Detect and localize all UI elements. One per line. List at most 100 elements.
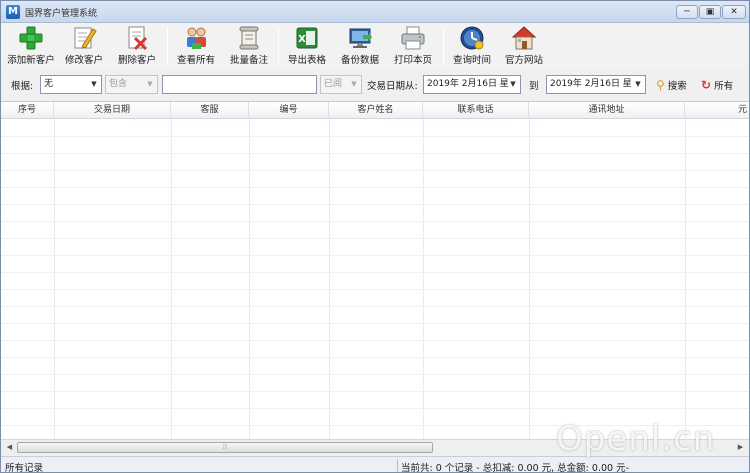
- date-to-value: 2019年 2月16日 星: [550, 79, 632, 89]
- customer-table[interactable]: 序号 交易日期 客服 编号 客户姓名 联系电话 通讯地址 元: [1, 101, 749, 439]
- scrollbar-thumb[interactable]: ⦙⦙⦙: [17, 442, 433, 453]
- row-gridline: [1, 272, 749, 273]
- row-gridline: [1, 357, 749, 358]
- chevron-down-icon: ▼: [351, 80, 357, 88]
- edit-customer-button[interactable]: 修改客户: [61, 25, 107, 67]
- edit-pencil-icon: [74, 27, 97, 49]
- batch-note-button[interactable]: 批量备注: [227, 25, 271, 67]
- chevron-down-icon: ▼: [510, 80, 516, 88]
- title-bar[interactable]: M 国界客户管理系统 ─ ▣ ✕: [1, 1, 749, 23]
- toolbar-separator: [167, 27, 168, 65]
- row-gridline: [1, 136, 749, 137]
- clock-globe-icon: [460, 26, 484, 50]
- date-to-picker[interactable]: 2019年 2月16日 星 ▼: [546, 75, 646, 94]
- date-from-value: 2019年 2月16日 星: [427, 79, 509, 89]
- view-all-people-icon: [187, 27, 206, 49]
- keyword-input[interactable]: [162, 75, 317, 94]
- home-website-icon: [511, 26, 537, 50]
- row-gridline: [1, 323, 749, 324]
- batch-note-scroll-icon: [239, 26, 259, 50]
- column-header-trade-date[interactable]: 交易日期: [54, 102, 171, 119]
- row-gridline: [1, 289, 749, 290]
- show-all-button[interactable]: ↻ 所有: [701, 76, 733, 94]
- excel-export-icon: X: [296, 27, 318, 49]
- printer-icon: [401, 26, 425, 50]
- column-header-index[interactable]: 序号: [1, 102, 54, 119]
- column-header-service[interactable]: 客服: [171, 102, 249, 119]
- app-window: M 国界客户管理系统 ─ ▣ ✕ 添加新客户 修改客户 删除客户 查看所有 批量…: [0, 0, 750, 473]
- backup-data-label: 备份数据: [340, 55, 379, 66]
- row-gridline: [1, 391, 749, 392]
- table-header: 序号 交易日期 客服 编号 客户姓名 联系电话 通讯地址 元: [1, 102, 749, 119]
- column-header-code[interactable]: 编号: [249, 102, 329, 119]
- status-divider: [397, 459, 398, 472]
- date-from-label: 交易日期从:: [367, 81, 418, 92]
- app-icon: M: [6, 5, 20, 19]
- view-all-label: 查看所有: [176, 55, 215, 66]
- toolbar-separator: [278, 27, 279, 65]
- read-status-value: 已阅: [324, 79, 343, 89]
- scroll-left-arrow-icon[interactable]: ◀: [2, 441, 17, 454]
- print-page-label: 打印本页: [393, 55, 432, 66]
- date-from-picker[interactable]: 2019年 2月16日 星 ▼: [423, 75, 521, 94]
- query-time-button[interactable]: 查询时间: [449, 25, 495, 67]
- read-status-select[interactable]: 已阅 ▼: [320, 75, 362, 94]
- row-gridline: [1, 408, 749, 409]
- chevron-down-icon: ▼: [91, 80, 97, 88]
- official-website-button[interactable]: 官方网站: [501, 25, 547, 67]
- backup-data-button[interactable]: 备份数据: [337, 25, 383, 67]
- maximize-button[interactable]: ▣: [699, 5, 721, 19]
- date-to-label: 到: [529, 81, 539, 92]
- export-table-label: 导出表格: [287, 55, 326, 66]
- batch-note-label: 批量备注: [229, 55, 268, 66]
- search-by-label: 根据:: [11, 81, 34, 92]
- window-title: 国界客户管理系统: [25, 9, 98, 19]
- row-gridline: [1, 238, 749, 239]
- add-customer-label: 添加新客户: [7, 55, 55, 66]
- row-gridline: [1, 153, 749, 154]
- row-gridline: [1, 374, 749, 375]
- search-button[interactable]: ⚲ 搜索: [656, 76, 687, 94]
- toolbar-separator: [443, 27, 444, 65]
- row-gridline: [1, 255, 749, 256]
- watermark-text: Openl.cn: [556, 419, 716, 459]
- column-header-phone[interactable]: 联系电话: [423, 102, 529, 119]
- official-website-label: 官方网站: [504, 55, 543, 66]
- row-gridline: [1, 221, 749, 222]
- backup-monitor-icon: [349, 28, 372, 48]
- status-left-text: 所有记录: [5, 463, 44, 473]
- search-by-select[interactable]: 无 ▼: [40, 75, 102, 94]
- match-mode-value: 包含: [109, 79, 128, 89]
- row-gridline: [1, 204, 749, 205]
- delete-doc-icon: [128, 26, 148, 51]
- search-bar: 根据: 无 ▼ 包含 ▼ 已阅 ▼ 交易日期从: 2019年 2月16日 星 ▼…: [1, 72, 749, 98]
- add-plus-icon: [19, 26, 43, 50]
- refresh-icon: ↻: [701, 78, 712, 92]
- print-page-button[interactable]: 打印本页: [389, 25, 437, 67]
- toolbar: 添加新客户 修改客户 删除客户 查看所有 批量备注 X 导出表格 备份数据 打印…: [1, 23, 749, 69]
- search-icon: ⚲: [656, 78, 665, 92]
- column-header-address[interactable]: 通讯地址: [529, 102, 685, 119]
- delete-customer-button[interactable]: 删除客户: [113, 25, 161, 67]
- row-gridline: [1, 170, 749, 171]
- delete-customer-label: 删除客户: [117, 55, 156, 66]
- edit-customer-label: 修改客户: [64, 55, 103, 66]
- export-table-button[interactable]: X 导出表格: [285, 25, 329, 67]
- match-mode-select[interactable]: 包含 ▼: [105, 75, 158, 94]
- chevron-down-icon: ▼: [147, 80, 153, 88]
- minimize-button[interactable]: ─: [676, 5, 698, 19]
- column-header-more[interactable]: 元: [685, 102, 749, 119]
- status-summary-text: 当前共: 0 个记录 - 总扣减: 0.00 元, 总金额: 0.00 元-: [401, 463, 630, 473]
- close-button[interactable]: ✕: [722, 5, 746, 19]
- scroll-right-arrow-icon[interactable]: ▶: [733, 441, 748, 454]
- show-all-label: 所有: [714, 81, 734, 92]
- row-gridline: [1, 340, 749, 341]
- search-button-label: 搜索: [667, 81, 687, 92]
- add-customer-button[interactable]: 添加新客户: [5, 25, 57, 67]
- svg-text:X: X: [298, 34, 306, 45]
- column-header-customer-name[interactable]: 客户姓名: [329, 102, 423, 119]
- chevron-down-icon: ▼: [635, 80, 641, 88]
- row-gridline: [1, 306, 749, 307]
- view-all-button[interactable]: 查看所有: [173, 25, 219, 67]
- row-gridline: [1, 187, 749, 188]
